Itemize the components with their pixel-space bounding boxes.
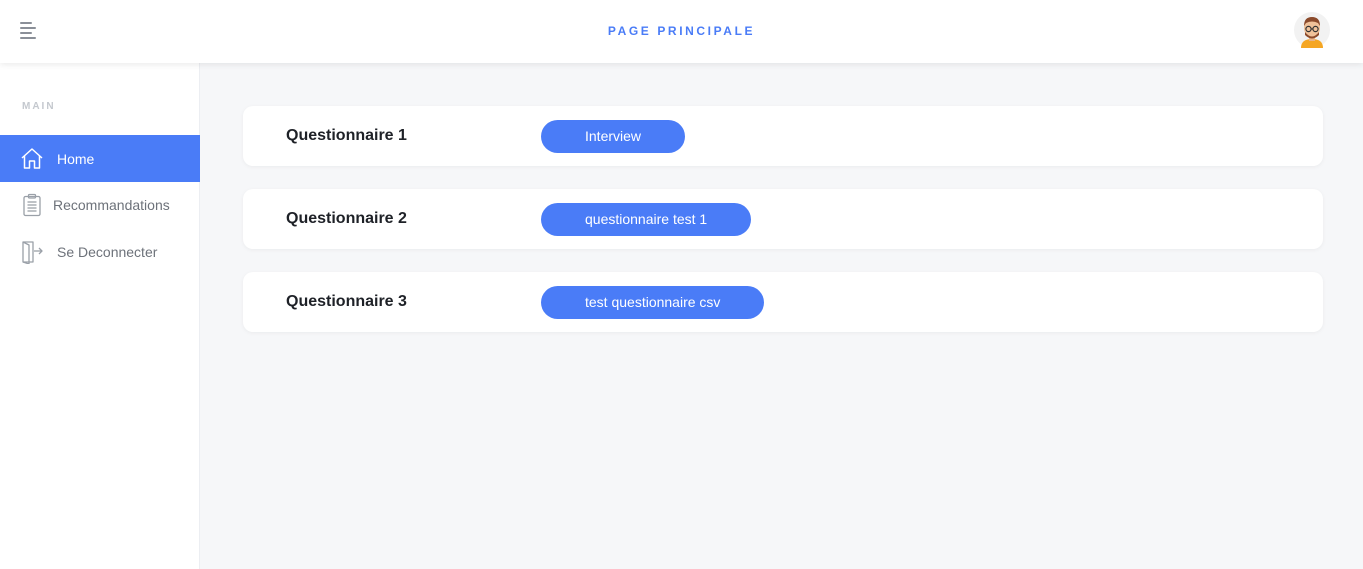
logout-icon xyxy=(20,240,44,264)
clipboard-icon xyxy=(20,193,44,217)
questionnaire-button[interactable]: Interview xyxy=(541,120,686,153)
sidebar-item-se-deconnecter[interactable]: Se Deconnecter xyxy=(0,228,200,275)
questionnaire-card: Questionnaire 1 Interview xyxy=(243,106,1323,166)
questionnaire-title: Questionnaire 1 xyxy=(286,127,407,144)
questionnaire-title: Questionnaire 2 xyxy=(286,210,407,227)
top-header: PAGE PRINCIPALE xyxy=(0,0,1363,63)
sidebar: MAIN Home Recommandations Se Deconnecter xyxy=(0,63,200,569)
home-icon xyxy=(20,147,44,171)
user-avatar-icon[interactable] xyxy=(1293,11,1331,49)
main-content: Questionnaire 1 Interview Questionnaire … xyxy=(243,106,1323,355)
sidebar-item-label: Se Deconnecter xyxy=(57,243,158,260)
questionnaire-card: Questionnaire 3 test questionnaire csv xyxy=(243,272,1323,332)
questionnaire-title: Questionnaire 3 xyxy=(286,293,407,310)
questionnaire-card: Questionnaire 2 questionnaire test 1 xyxy=(243,189,1323,249)
sidebar-item-home[interactable]: Home xyxy=(0,135,200,182)
sidebar-section-label: MAIN xyxy=(22,101,56,112)
questionnaire-button[interactable]: questionnaire test 1 xyxy=(541,203,752,236)
questionnaire-button[interactable]: test questionnaire csv xyxy=(541,286,765,319)
sidebar-item-label: Home xyxy=(57,150,95,167)
sidebar-item-label: Recommandations xyxy=(53,196,170,213)
sidebar-item-recommandations[interactable]: Recommandations xyxy=(0,181,200,228)
page-title: PAGE PRINCIPALE xyxy=(607,24,756,38)
